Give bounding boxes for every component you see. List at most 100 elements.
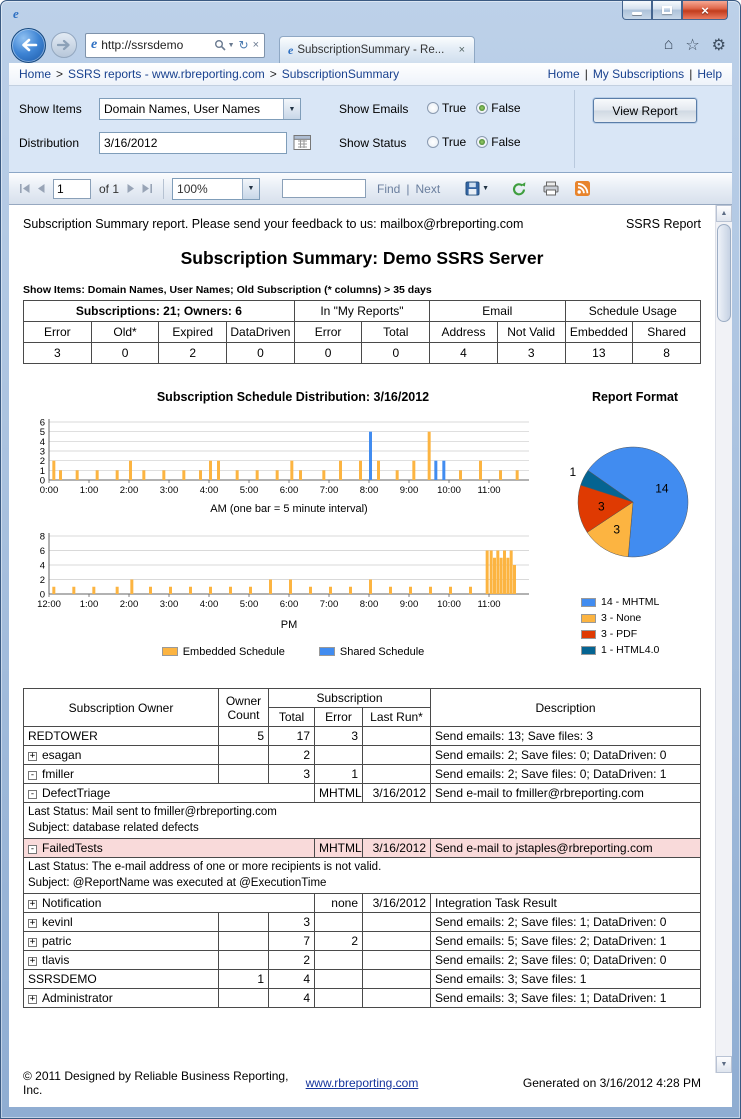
data-feed-button[interactable]: [571, 181, 594, 196]
favorites-star-icon[interactable]: ☆: [685, 35, 699, 55]
embedded-schedule-bar: [149, 586, 152, 594]
embedded-schedule-bar: [162, 470, 166, 480]
detail-table-row: + esagan 2 Send emails: 2; Save files: 0; D…: [23, 745, 701, 765]
top-link[interactable]: Home: [548, 67, 580, 81]
expand-toggle-icon[interactable]: -: [28, 771, 37, 780]
embedded-schedule-bar: [449, 586, 452, 594]
navigation-bar: e http://ssrsdemo ▼ ↻ × e SubscriptionSu…: [9, 27, 732, 63]
scrollbar-thumb[interactable]: [717, 224, 731, 322]
pie-legend: 14 - MHTML 3 - None 3 - PDF 1 - HTML4.0: [581, 596, 705, 656]
expand-toggle-icon[interactable]: +: [28, 919, 37, 929]
expand-toggle-icon[interactable]: +: [28, 957, 37, 967]
last-page-button[interactable]: [138, 184, 155, 193]
format-cell: none: [314, 893, 363, 914]
expand-toggle-icon[interactable]: +: [28, 752, 37, 761]
top-link[interactable]: Help: [697, 67, 722, 81]
show-status-false-radio[interactable]: [476, 136, 489, 148]
print-button[interactable]: [539, 181, 563, 196]
show-items-dropdown[interactable]: Domain Names, User Names ▼: [99, 98, 301, 120]
first-page-button[interactable]: [17, 184, 34, 193]
expand-toggle-icon[interactable]: +: [28, 938, 37, 948]
expand-toggle-icon[interactable]: +: [28, 900, 37, 910]
previous-page-button[interactable]: [34, 184, 49, 193]
show-emails-false-label: False: [491, 101, 521, 115]
expand-toggle-icon[interactable]: -: [28, 845, 37, 855]
show-emails-false-radio[interactable]: [476, 102, 489, 114]
view-report-button[interactable]: View Report: [593, 98, 697, 123]
embedded-schedule-bar: [299, 470, 302, 480]
legend-swatch: [318, 647, 335, 656]
dropdown-button[interactable]: ▼: [283, 99, 300, 119]
refresh-report-button[interactable]: [507, 181, 531, 197]
vertical-scrollbar[interactable]: ▲ ▼: [715, 205, 732, 1073]
show-items-label: Show Items: [19, 102, 82, 116]
detail-table-row: + Administrator 4 Send emails: 3; Save file…: [23, 988, 701, 1009]
zoom-dropdown[interactable]: 100% ▼: [172, 177, 261, 200]
expand-toggle-icon[interactable]: -: [28, 790, 37, 799]
breadcrumb: Home > SSRS reports - www.rbreporting.com >…: [19, 67, 399, 81]
x-tick-label: 6:00: [280, 485, 299, 496]
legend-label: 1 - HTML4.0: [601, 644, 660, 656]
address-bar[interactable]: e http://ssrsdemo ▼ ↻ ×: [85, 32, 265, 58]
embedded-schedule-bar: [499, 557, 503, 594]
status-cell: Last Status: The e-mail address of one o…: [23, 857, 701, 895]
show-status-false-label: False: [491, 135, 521, 149]
show-status-true-radio[interactable]: [427, 136, 439, 148]
detail-cell: 3: [268, 764, 315, 784]
last-run-cell: 3/16/2012: [362, 783, 431, 803]
breadcrumb-link[interactable]: Home: [19, 67, 51, 81]
detail-column-header: Total: [268, 707, 315, 727]
embedded-schedule-bar: [235, 470, 239, 480]
user-name: + kevinl: [23, 912, 219, 933]
tab-close-icon[interactable]: ×: [456, 44, 468, 56]
expand-toggle-icon[interactable]: +: [28, 995, 37, 1005]
minimize-button[interactable]: [622, 1, 652, 20]
description-cell: Send emails: 3; Save files: 1; DataDrive…: [430, 988, 701, 1009]
detail-table-row: + tlavis 2 Send emails: 2; Save files: 0; D…: [23, 950, 701, 971]
find-text-input[interactable]: [282, 179, 367, 198]
scroll-up-button[interactable]: ▲: [716, 205, 732, 222]
address-dropdown-icon[interactable]: ▼: [228, 42, 235, 49]
maximize-button[interactable]: [652, 1, 682, 20]
distribution-input[interactable]: [99, 132, 287, 154]
embedded-schedule-bar: [496, 550, 500, 594]
show-emails-true-radio[interactable]: [427, 102, 439, 114]
title-bar[interactable]: e ×: [1, 1, 740, 27]
owner-name: SSRSDEMO: [23, 969, 219, 990]
refresh-page-icon[interactable]: ↻: [239, 39, 249, 51]
home-icon[interactable]: ⌂: [664, 36, 674, 54]
legend-swatch: [581, 629, 596, 639]
embedded-schedule-bar: [469, 586, 472, 594]
breadcrumb-link[interactable]: SubscriptionSummary: [282, 67, 399, 81]
export-button[interactable]: ▼: [461, 181, 493, 196]
scroll-down-button[interactable]: ▼: [716, 1056, 732, 1073]
stop-icon[interactable]: ×: [253, 39, 259, 51]
zoom-dropdown-button[interactable]: ▼: [242, 178, 260, 199]
url-text[interactable]: http://ssrsdemo: [101, 38, 213, 52]
summary-column-header: Expired: [158, 321, 228, 343]
legend-swatch: [581, 613, 596, 623]
y-tick-label: 4: [40, 561, 45, 572]
data-feed-icon: [575, 181, 591, 196]
x-tick-label: 10:00: [437, 485, 461, 496]
browser-tab[interactable]: e SubscriptionSummary - Re... ×: [279, 36, 475, 63]
next-page-button[interactable]: [123, 184, 138, 193]
back-button[interactable]: [11, 27, 46, 63]
next-link[interactable]: Next: [415, 182, 440, 196]
footer-link[interactable]: www.rbreporting.com: [306, 1076, 419, 1090]
search-icon[interactable]: [214, 39, 226, 51]
detail-cell: [362, 912, 431, 933]
tools-gear-icon[interactable]: ⚙: [712, 35, 726, 55]
page-number-input[interactable]: [53, 178, 91, 199]
calendar-icon[interactable]: [293, 133, 312, 156]
pm-bar-chart: 0246812:00 1:00 2:00 3:00 4:00 5:00 6:00 7:00 8:…: [37, 532, 529, 631]
find-link[interactable]: Find: [377, 182, 400, 196]
close-icon: ×: [701, 2, 709, 18]
top-link[interactable]: My Subscriptions: [593, 67, 684, 81]
show-items-value: Domain Names, User Names: [104, 102, 261, 116]
footer-copyright: © 2011 Designed by Reliable Business Rep…: [23, 1069, 289, 1097]
close-button[interactable]: ×: [682, 1, 728, 20]
forward-button[interactable]: [51, 32, 77, 58]
embedded-schedule-bar: [275, 470, 279, 480]
breadcrumb-link[interactable]: SSRS reports - www.rbreporting.com: [68, 67, 265, 81]
